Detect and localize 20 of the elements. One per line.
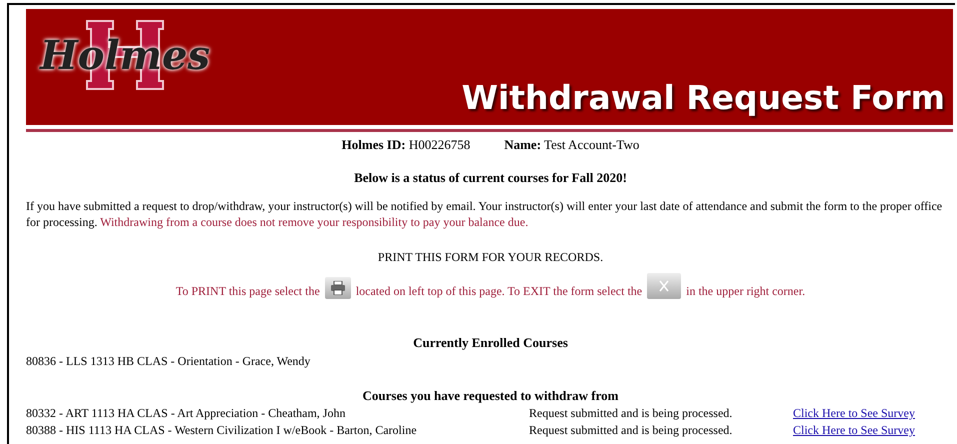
survey-link[interactable]: Click Here to See Survey <box>793 423 915 437</box>
enrolled-course: 80836 - LLS 1313 HB CLAS - Orientation - Grace, Wendy <box>26 354 312 369</box>
student-name: Name: Test Account-Two <box>504 137 640 153</box>
survey-link[interactable]: Click Here to See Survey <box>793 406 915 420</box>
status-heading: Below is a status of current courses for Fall 2020! <box>353 170 628 186</box>
holmes-id: Holmes ID: H00226758 <box>342 137 470 153</box>
notice-text: If you have submitted a request to drop/withdraw, your instructor(s) will be notified by email. Your instructor(s) will enter your last date of attendance and submit the form to the proper office for processing. Withdrawing from a course does not remove your responsibility to pay your balance due. <box>26 198 944 230</box>
instruction-text: To PRINT this page select the <box>176 284 320 299</box>
print-notice: PRINT THIS FORM FOR YOUR RECORDS. <box>378 250 604 264</box>
printer-icon <box>324 277 351 299</box>
course-name: 80332 - ART 1113 HA CLAS - Art Appreciation - Cheatham, John <box>26 406 346 421</box>
request-status: Request submitted and is being processed. <box>529 423 734 438</box>
form-title: Withdrawal Request Form <box>462 78 945 117</box>
close-icon <box>647 273 682 299</box>
instruction-text: located on left top of this page. To EXIT the form select the <box>356 284 642 299</box>
instruction-text: in the upper right corner. <box>686 284 806 299</box>
section-heading: Courses you have requested to withdraw from <box>362 388 620 404</box>
section-heading: Currently Enrolled Courses <box>412 335 569 351</box>
course-name: 80388 - HIS 1113 HA CLAS - Western Civilization I w/eBook - Barton, Caroline <box>26 423 418 438</box>
request-status: Request submitted and is being processed. <box>529 406 734 421</box>
